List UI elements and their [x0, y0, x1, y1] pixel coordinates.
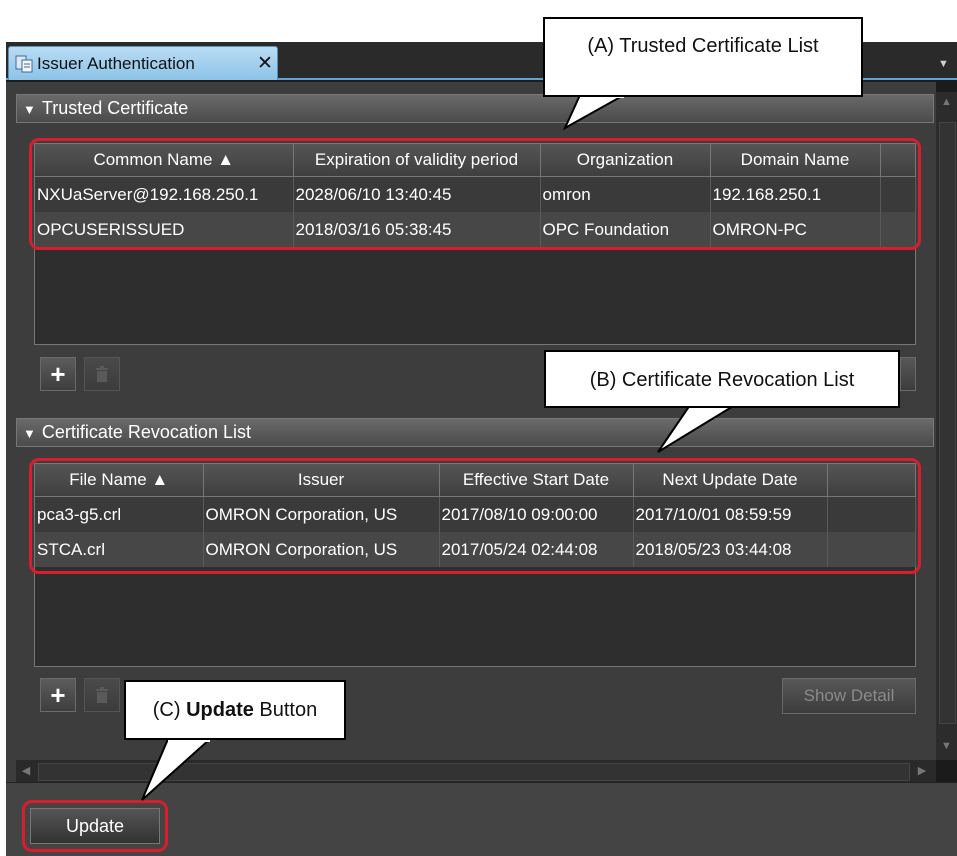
- callout-trusted-certificate-list: (A) Trusted Certificate List: [543, 17, 863, 97]
- callout-text-prefix: (C): [152, 699, 187, 721]
- callout-text: (B) Certificate Revocation List: [589, 369, 855, 391]
- callout-certificate-revocation-list: (B) Certificate Revocation List: [544, 350, 900, 408]
- callout-text-bold: Update: [186, 699, 254, 721]
- callout-update-button: (C) Update Button: [124, 680, 346, 740]
- callout-text: (A) Trusted Certificate List: [587, 35, 819, 57]
- callout-text-suffix: Button: [253, 699, 318, 721]
